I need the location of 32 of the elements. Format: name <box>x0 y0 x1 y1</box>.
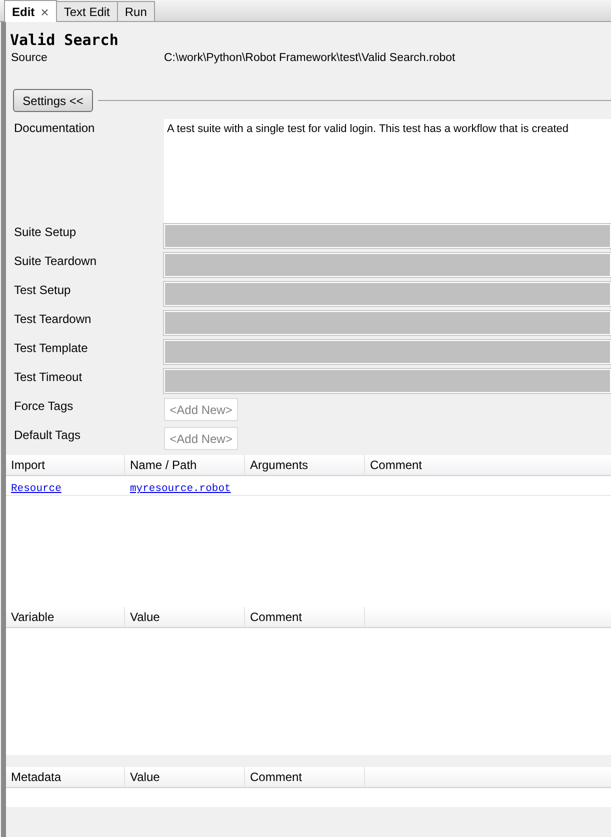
tab[interactable]: Text Edit <box>56 1 118 21</box>
setting-label: Suite Teardown <box>14 253 98 270</box>
settings-button[interactable]: Settings << <box>13 89 93 112</box>
source-path: C:\work\Python\Robot Framework\test\Valid Search.robot <box>164 52 456 66</box>
column-header: Import <box>6 455 125 475</box>
documentation-field[interactable]: A test suite with a single test for valid login. This test has a workflow that is created <box>164 119 611 224</box>
column-header: Variable <box>6 607 125 627</box>
column-header: Comment <box>245 767 365 787</box>
import-link[interactable]: Resource <box>11 483 62 495</box>
setting-label: Test Setup <box>14 282 72 299</box>
setting-label: Force Tags <box>14 398 74 415</box>
column-header: Value <box>125 607 245 627</box>
add-tag-field[interactable]: <Add New> <box>164 427 238 450</box>
column-header: Arguments <box>245 455 365 475</box>
source-label: Source <box>11 52 48 66</box>
column-header: Comment <box>245 607 365 627</box>
setting-label: Documentation <box>14 120 96 137</box>
setting-label: Test Teardown <box>14 311 92 328</box>
tab[interactable]: Run <box>116 1 155 21</box>
column-header: Metadata <box>6 767 125 787</box>
add-tag-field[interactable]: <Add New> <box>164 398 238 421</box>
setting-label: Test Timeout <box>14 369 84 386</box>
setting-label: Default Tags <box>14 427 82 444</box>
column-header: Value <box>125 767 245 787</box>
suite-title: Valid Search <box>9 30 120 49</box>
tab[interactable]: Edit × <box>4 0 57 22</box>
column-header: Name / Path <box>125 455 245 475</box>
import-link[interactable]: myresource.robot <box>130 483 231 495</box>
setting-label: Test Template <box>14 340 89 357</box>
column-header: Comment <box>365 455 611 475</box>
close-icon[interactable]: × <box>40 4 49 20</box>
setting-label: Suite Setup <box>14 224 78 241</box>
